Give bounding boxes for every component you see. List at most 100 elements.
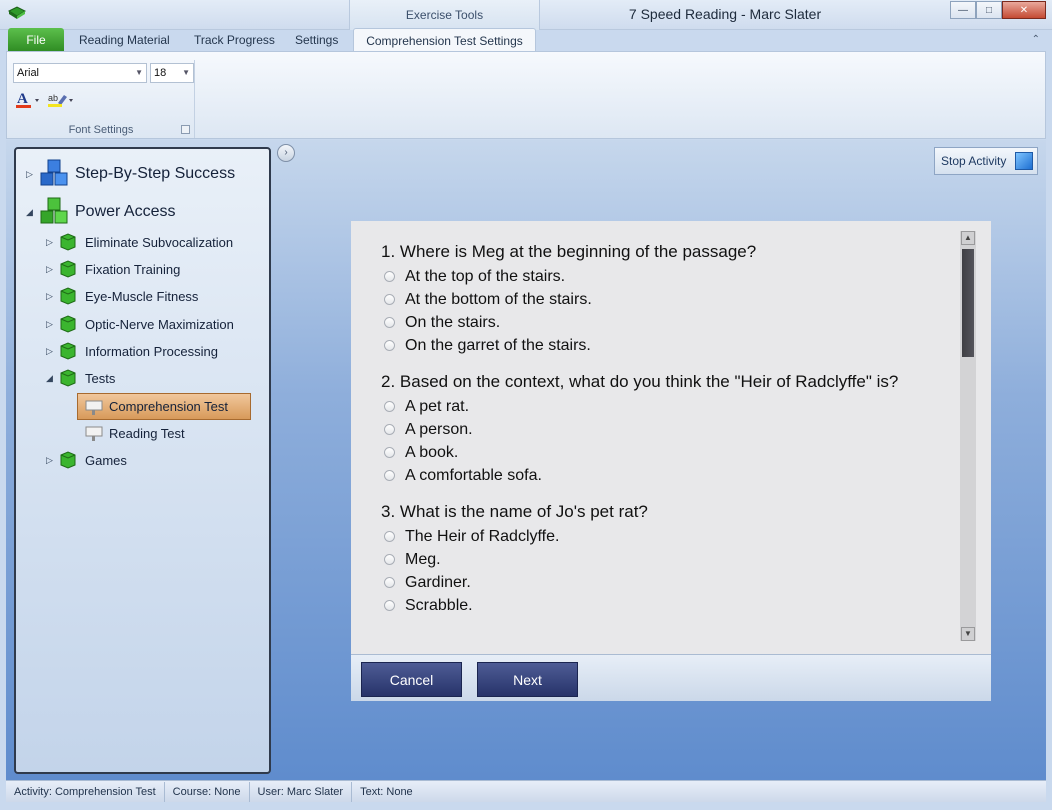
radio-button[interactable] [384,424,395,435]
sidebar-item-reading-test[interactable]: Reading Test [84,424,185,442]
option-label: A book. [405,443,459,461]
scroll-thumb[interactable] [962,249,974,357]
tab-comprehension-test-settings[interactable]: Comprehension Test Settings [353,28,536,52]
expand-arrow-icon[interactable]: ▷ [26,169,38,180]
radio-button[interactable] [384,554,395,565]
stop-activity-button[interactable]: Stop Activity [934,147,1038,175]
expand-arrow-icon[interactable]: ▷ [46,346,58,357]
tab-reading-material[interactable]: Reading Material [73,28,176,52]
scroll-up-icon[interactable]: ▲ [961,231,975,245]
expand-arrow-icon[interactable]: ▷ [46,237,58,248]
expand-arrow-icon[interactable]: ▷ [46,455,58,466]
question-list: 1. Where is Meg at the beginning of the … [381,239,961,629]
expand-arrow-icon[interactable]: ▷ [46,291,58,302]
option-label: Gardiner. [405,573,471,591]
highlight-color-icon[interactable]: ab [47,91,75,109]
sidebar-item-optic-nerve-maximization[interactable]: ▷ Optic-Nerve Maximization [46,315,234,333]
option-label: The Heir of Radclyffe. [405,527,560,545]
sidebar-toggle-icon[interactable]: › [277,144,295,162]
quiz-panel: 1. Where is Meg at the beginning of the … [351,221,991,701]
next-button[interactable]: Next [477,662,578,697]
app-book-icon[interactable] [8,6,26,20]
radio-button[interactable] [384,294,395,305]
answer-option[interactable]: A pet rat. [381,395,961,418]
question-2: 2. Based on the context, what do you thi… [381,369,961,487]
option-label: At the bottom of the stairs. [405,290,592,308]
sidebar: ▷ Step-By-Step Success ◢ Power Access ▷ … [14,147,271,774]
dialog-launcher-icon[interactable] [181,125,190,134]
answer-option[interactable]: On the garret of the stairs. [381,334,961,357]
answer-option[interactable]: Meg. [381,548,961,571]
option-label: Meg. [405,550,441,568]
status-course: Course: None [165,781,250,802]
sidebar-item-comprehension-test[interactable]: Comprehension Test [77,393,251,420]
scroll-down-icon[interactable]: ▼ [961,627,975,641]
main-area: ▷ Step-By-Step Success ◢ Power Access ▷ … [6,140,1046,780]
sidebar-item-label: Eliminate Subvocalization [85,234,234,250]
radio-button[interactable] [384,470,395,481]
answer-option[interactable]: On the stairs. [381,311,961,334]
minimize-icon[interactable]: — [950,1,976,19]
green-cube-icon [60,233,76,251]
green-cube-icon [60,287,76,305]
option-label: A comfortable sofa. [405,466,542,484]
green-cube-icon [60,315,76,333]
sidebar-item-step-by-step-success[interactable]: ▷ Step-By-Step Success [26,159,235,189]
radio-button[interactable] [384,577,395,588]
sidebar-item-label: Tests [85,370,116,386]
font-color-icon[interactable]: A [15,91,43,109]
radio-button[interactable] [384,317,395,328]
sidebar-item-power-access[interactable]: ◢ Power Access [26,197,175,227]
sidebar-item-label: Power Access [75,203,176,220]
vertical-scrollbar[interactable]: ▲ ▼ [960,231,976,641]
maximize-icon[interactable]: □ [976,1,1002,19]
sidebar-item-eliminate-subvocalization[interactable]: ▷ Eliminate Subvocalization [46,233,233,251]
tab-file[interactable]: File [8,28,64,52]
radio-button[interactable] [384,340,395,351]
cancel-button[interactable]: Cancel [361,662,462,697]
sidebar-item-label: Games [85,452,127,468]
question-text: 3. What is the name of Jo's pet rat? [381,502,648,521]
font-name-combo[interactable]: Arial ▼ [13,63,147,83]
option-label: On the stairs. [405,313,501,331]
quiz-button-bar: Cancel Next [351,654,991,701]
radio-button[interactable] [384,447,395,458]
radio-button[interactable] [384,531,395,542]
answer-option[interactable]: A comfortable sofa. [381,464,961,487]
radio-button[interactable] [384,271,395,282]
answer-option[interactable]: A person. [381,418,961,441]
question-text: 2. Based on the context, what do you thi… [381,372,899,391]
signpost-icon [85,400,103,415]
ribbon-collapse-icon[interactable]: ⌃ [1032,34,1040,45]
radio-button[interactable] [384,600,395,611]
collapse-arrow-icon[interactable]: ◢ [26,207,38,218]
answer-option[interactable]: At the bottom of the stairs. [381,288,961,311]
close-icon[interactable]: ✕ [1002,1,1046,19]
status-user: User: Marc Slater [250,781,353,802]
answer-option[interactable]: Gardiner. [381,571,961,594]
option-label: A pet rat. [405,397,470,415]
collapse-arrow-icon[interactable]: ◢ [46,373,58,384]
expand-arrow-icon[interactable]: ▷ [46,319,58,330]
sidebar-item-eye-muscle-fitness[interactable]: ▷ Eye-Muscle Fitness [46,287,198,305]
tab-settings[interactable]: Settings [289,28,344,52]
question-3: 3. What is the name of Jo's pet rat? The… [381,499,961,617]
sidebar-item-tests[interactable]: ◢ Tests [46,369,115,387]
answer-option[interactable]: The Heir of Radclyffe. [381,525,961,548]
expand-arrow-icon[interactable]: ▷ [46,264,58,275]
window-title: 7 Speed Reading - Marc Slater [628,6,822,22]
context-tab-header: Exercise Tools [349,0,540,30]
tab-track-progress[interactable]: Track Progress [188,28,281,52]
answer-option[interactable]: Scrabble. [381,594,961,617]
window-controls: — □ ✕ [950,1,1046,19]
sidebar-item-games[interactable]: ▷ Games [46,451,127,469]
question-1: 1. Where is Meg at the beginning of the … [381,239,961,357]
sidebar-item-fixation-training[interactable]: ▷ Fixation Training [46,260,180,278]
answer-option[interactable]: A book. [381,441,961,464]
sidebar-item-information-processing[interactable]: ▷ Information Processing [46,342,218,360]
answer-option[interactable]: At the top of the stairs. [381,265,961,288]
radio-button[interactable] [384,401,395,412]
green-cube-icon [60,451,76,469]
font-size-combo[interactable]: 18 ▼ [150,63,194,83]
svg-text:A: A [17,91,28,107]
